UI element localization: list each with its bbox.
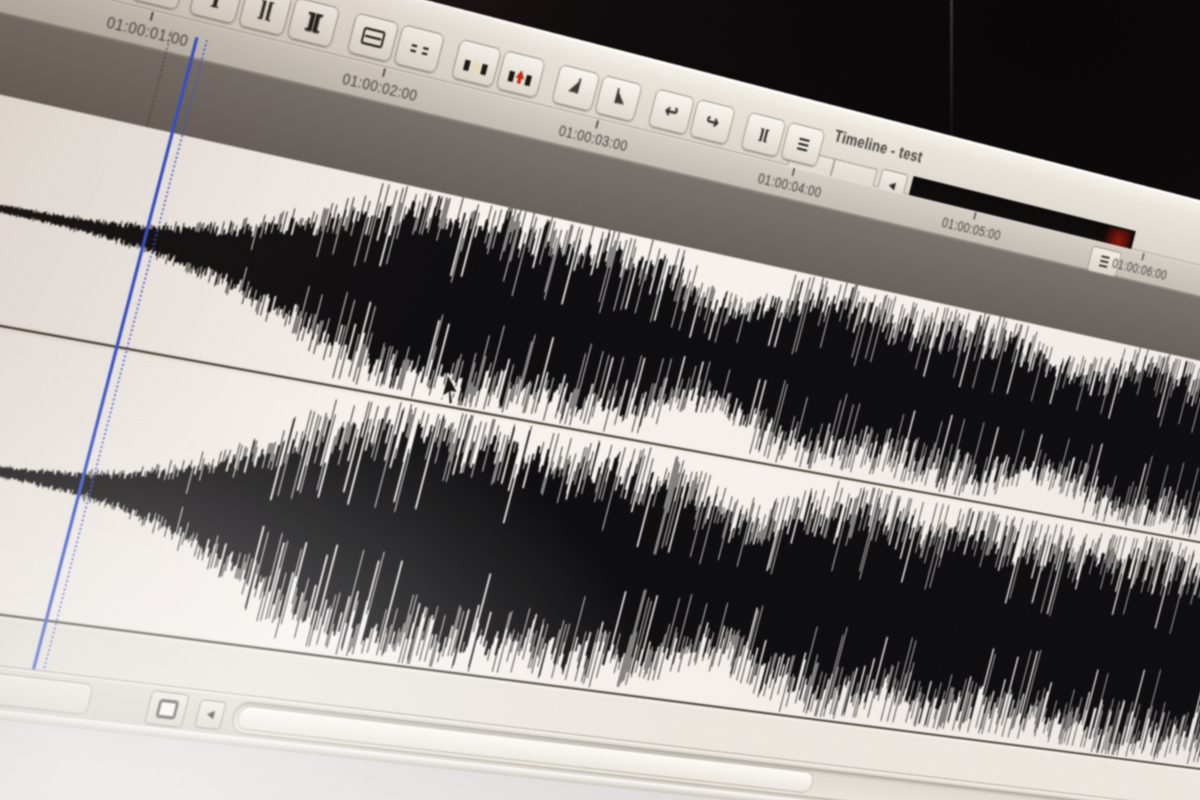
extract-icon: [360, 27, 386, 49]
timeline-window: Timeline - test ◀ I][][↩↪][ 01:00:01:000…: [0, 0, 1200, 800]
timeline-mode-button[interactable]: [0, 671, 94, 715]
overwrite-button[interactable]: [495, 50, 546, 99]
splice-in-icon: [463, 52, 490, 75]
trim-right-icon: [608, 86, 630, 112]
trim-right-button[interactable]: [594, 75, 643, 123]
ruler-tick: [150, 12, 154, 21]
trim-left-icon: [565, 75, 587, 101]
undo-button[interactable]: ↩: [647, 88, 695, 135]
ruler-tick: [595, 120, 599, 128]
linked-segments-button[interactable]: [393, 24, 445, 74]
splice-in-button[interactable]: [451, 39, 502, 88]
mark-in-out-icon: ][: [256, 0, 275, 22]
ibeam-tool-icon: I: [209, 0, 224, 11]
ruler-tick: [1141, 253, 1144, 260]
mark-clip-icon: ][: [757, 125, 771, 145]
ruler-tick: [382, 68, 386, 77]
mark-in-out-button[interactable]: ][: [238, 0, 293, 37]
trim-left-button[interactable]: [551, 64, 601, 112]
segment-list-icon: [796, 135, 810, 154]
arrow-left-icon: ◀: [205, 709, 215, 721]
photographed-monitor: Timeline - test ◀ I][][↩↪][ 01:00:01:000…: [0, 0, 1200, 800]
ruler-tick: [973, 212, 976, 220]
ruler-tick: [792, 168, 795, 176]
mark-in-out-filled-button[interactable]: ][: [286, 0, 340, 48]
redo-icon: ↪: [704, 111, 721, 133]
mark-in-out-filled-icon: ][: [303, 9, 323, 36]
redo-button[interactable]: ↪: [689, 99, 736, 146]
clip-overlays-button[interactable]: [144, 690, 190, 728]
overwrite-icon: [508, 63, 534, 86]
photo-layer: Timeline - test ◀ I][][↩↪][ 01:00:01:000…: [0, 0, 1200, 800]
undo-icon: ↩: [663, 101, 681, 123]
mark-clip-button[interactable]: ][: [740, 112, 786, 158]
clip-overlays-icon: [155, 699, 180, 720]
linked-segments-icon: [409, 40, 429, 58]
extract-button[interactable]: [346, 12, 399, 63]
scroll-left-button[interactable]: ◀: [194, 699, 227, 730]
